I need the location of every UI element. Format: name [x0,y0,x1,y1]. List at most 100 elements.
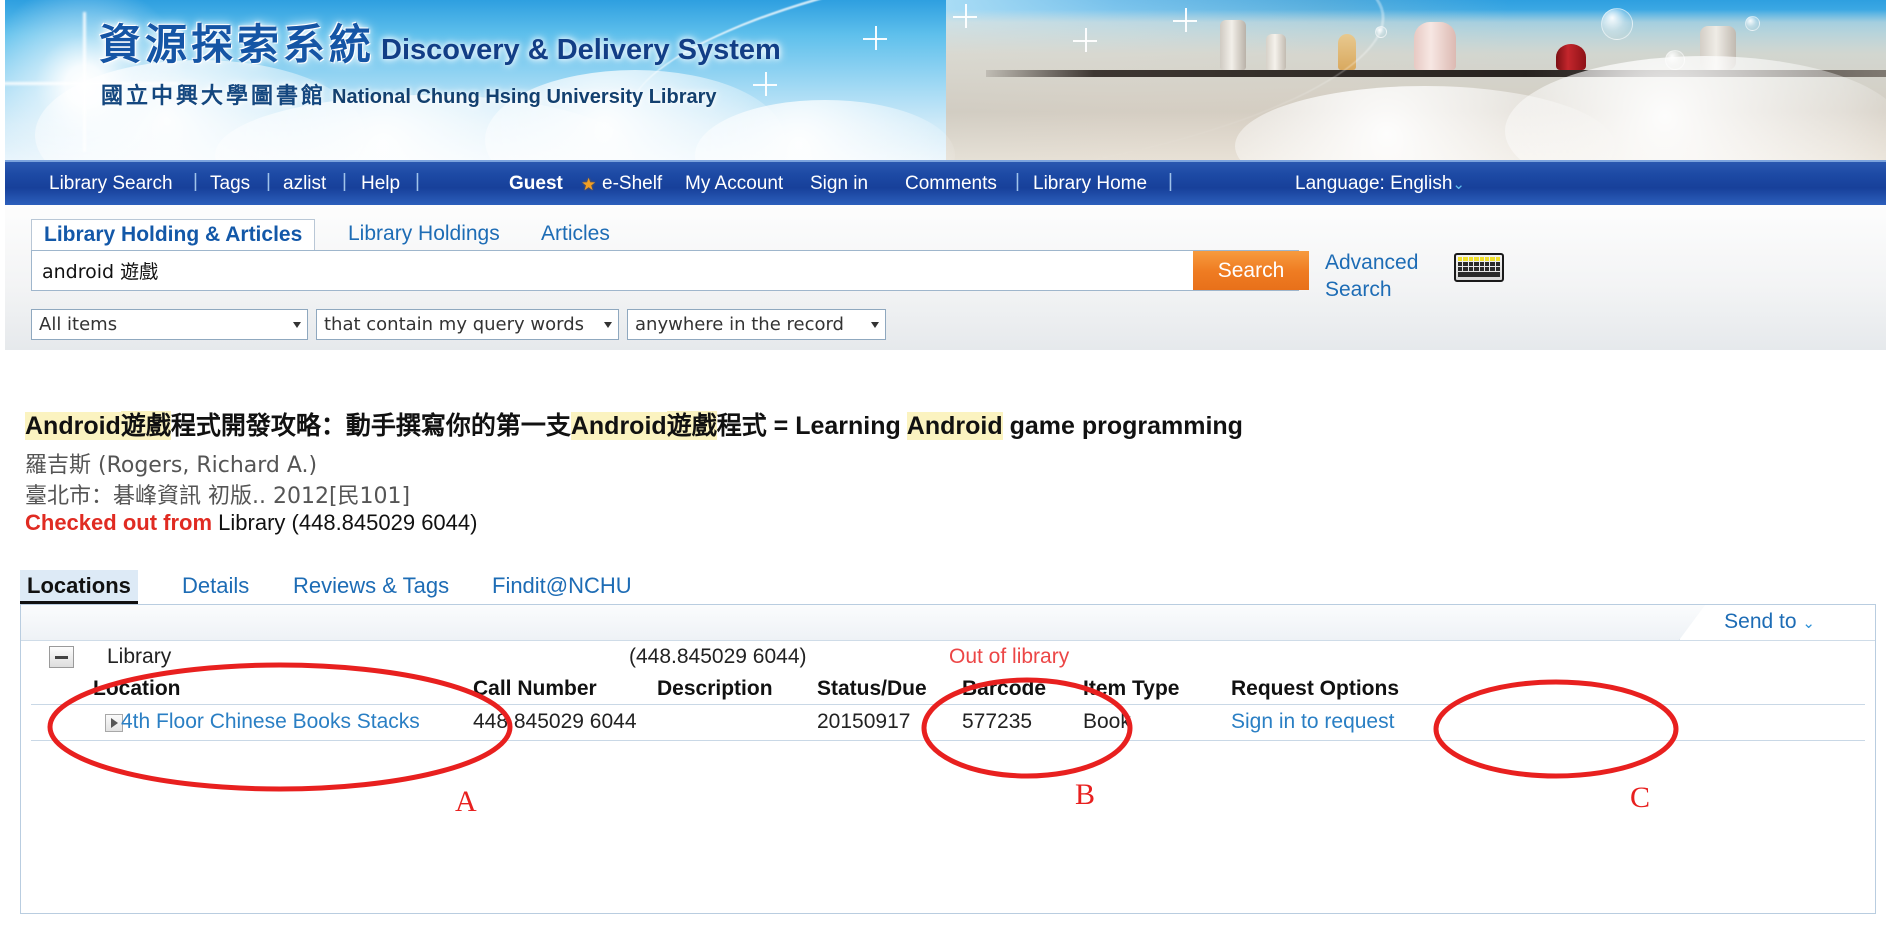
filter-search-field[interactable]: anywhere in the record [627,309,886,340]
column-header-request-options: Request Options [1231,677,1400,700]
nav-divider-1: | [193,171,198,192]
banner-bubble-2 [1665,50,1685,70]
column-header-status-due: Status/Due [817,677,927,700]
holdings-library-row: Library (448.845029 6044) Out of library [21,641,1875,677]
filter-material-type-value: All items [39,314,118,335]
banner-subtitle-chinese: 國立中興大學圖書館 [101,84,327,109]
banner-subtitle: 國立中興大學圖書館 National Chung Hsing University… [101,86,717,108]
send-to-button[interactable]: Send to ⌄ [1679,605,1875,640]
record-availability-call-number: (448.845029 6044) [291,510,478,535]
holdings-library-call-number: (448.845029 6044) [629,645,807,668]
record-title-part-4: 遊戲 [666,411,717,440]
table-row-divider [31,740,1865,741]
nav-divider-5: | [1015,171,1020,192]
minus-icon [55,656,68,659]
column-header-call-number: Call Number [473,677,597,700]
cell-request-options[interactable]: Sign in to request [1231,710,1394,734]
main-navigation-bar: Library Search | Tags | azlist | Help | … [5,160,1886,205]
holdings-library-status: Out of library [949,645,1070,668]
banner-subtitle-english: National Chung Hsing University Library [332,86,717,108]
nav-divider-4: | [415,171,420,192]
site-banner: 資源探索系統 Discovery & Delivery System 國立中興大學… [5,0,1886,160]
nav-divider-6: | [1168,171,1173,192]
send-to-label: Send to [1724,610,1797,633]
nav-guest-label: Guest [509,173,563,194]
banner-title-chinese: 資源探索系統 [99,20,376,69]
record-title-part-2: 程式開發攻略：動手撰寫你的第一支 [170,411,571,440]
nav-my-account[interactable]: My Account [685,173,783,195]
nav-language-label: Language: English [1295,173,1453,194]
record-title-part-1: 遊戲 [120,411,171,440]
banner-decor-vase-3 [1414,22,1456,70]
record-title-part-0: Android [25,412,121,440]
nav-help[interactable]: Help [361,173,400,195]
nav-language-selector[interactable]: Language: English⌄ [1295,173,1465,195]
keyboard-icon[interactable] [1454,253,1504,282]
column-header-barcode: Barcode [962,677,1047,700]
nav-library-home[interactable]: Library Home [1033,173,1147,195]
record-author: 羅吉斯 (Rogers, Richard A.) [25,453,318,478]
record-title-part-3: Android [570,412,667,440]
holdings-toolbar: Send to ⌄ [21,605,1875,641]
table-header-divider [31,704,1865,705]
tab-locations[interactable]: Locations [20,570,138,604]
search-button[interactable]: Search [1193,251,1309,290]
banner-sparkle-5 [1173,8,1197,32]
banner-bubble-4 [1375,26,1387,38]
filter-material-type[interactable]: All items [31,309,308,340]
banner-decor-vase-4 [1556,44,1586,70]
column-header-description: Description [657,677,773,700]
tab-findit-nchu[interactable]: Findit@NCHU [492,570,632,604]
chevron-down-icon [871,322,879,328]
annotation-label-b: B [1075,778,1096,811]
tab-details[interactable]: Details [182,570,249,604]
advanced-search-link[interactable]: Advanced Search [1325,249,1445,303]
filter-match-type[interactable]: that contain my query words [316,309,619,340]
chevron-down-icon: ⌄ [1802,615,1815,632]
cell-status-due: 20150917 [817,710,911,733]
nav-comments[interactable]: Comments [905,173,997,195]
nav-library-search[interactable]: Library Search [49,173,173,195]
holdings-panel: Send to ⌄ Library (448.845029 6044) Out … [20,604,1876,914]
record-availability-location: Library [218,510,286,535]
nav-tags[interactable]: Tags [210,173,250,195]
record-publication: 臺北市：碁峰資訊 初版.. 2012[民101] [25,484,411,509]
annotation-label-a: A [455,785,477,818]
record-title: Android遊戲程式開發攻略：動手撰寫你的第一支Android遊戲程式 = L… [25,411,1243,441]
banner-title: 資源探索系統 Discovery & Delivery System [99,24,781,66]
search-input-wrapper [31,250,1299,291]
tab-reviews-and-tags[interactable]: Reviews & Tags [293,570,449,604]
nav-e-shelf[interactable]: e-Shelf [602,173,662,195]
page-root: 資源探索系統 Discovery & Delivery System 國立中興大學… [0,0,1886,937]
column-header-item-type: Item Type [1083,677,1180,700]
star-icon: ★ [581,175,597,194]
banner-sparkle-4 [753,72,777,96]
record-title-part-7: Android [906,412,1003,440]
tab-library-holding-and-articles[interactable]: Library Holding & Articles [31,219,316,251]
tab-articles[interactable]: Articles [541,219,610,251]
filter-match-type-value: that contain my query words [324,314,585,335]
holdings-library-name: Library [107,645,172,668]
nav-divider-3: | [342,171,347,192]
nav-sign-in[interactable]: Sign in [810,173,868,195]
banner-bubble-1 [1601,8,1633,40]
collapse-library-button[interactable] [49,646,74,668]
banner-sparkle-3 [1073,28,1097,52]
column-header-location: Location [93,677,181,700]
cell-barcode: 577235 [962,710,1033,733]
record-availability: Checked out from Library (448.845029 604… [25,510,477,536]
search-input[interactable] [32,251,1298,290]
banner-sun-ray [83,82,85,84]
filter-search-field-value: anywhere in the record [635,314,844,335]
banner-bubble-3 [1745,16,1760,31]
search-panel: Library Holding & Articles Library Holdi… [5,205,1886,350]
nav-azlist[interactable]: azlist [283,173,326,195]
cell-location[interactable]: 4th Floor Chinese Books Stacks [121,710,420,734]
chevron-down-icon: ⌄ [1452,176,1465,193]
banner-title-english: Discovery & Delivery System [381,34,781,66]
tab-library-holdings[interactable]: Library Holdings [348,219,500,251]
chevron-down-icon [604,322,612,328]
cell-item-type: Book [1083,710,1131,733]
record-title-part-5: 程式 [716,411,767,440]
chevron-down-icon [293,322,301,328]
